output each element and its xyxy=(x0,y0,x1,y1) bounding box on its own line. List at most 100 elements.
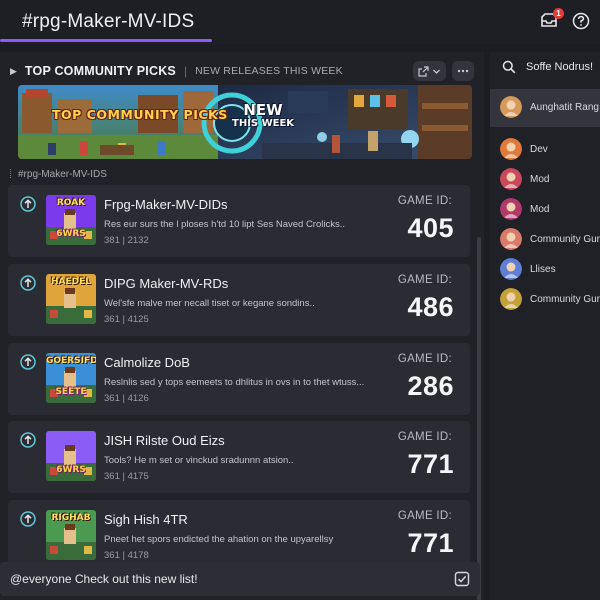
upvote-icon[interactable] xyxy=(20,354,36,370)
active-tab-indicator xyxy=(0,39,212,42)
external-link-icon xyxy=(418,65,429,77)
member-item[interactable]: Aunghatit Rang xyxy=(500,96,599,118)
game-id-value: 771 xyxy=(407,528,454,558)
channel-label: #rpg-Maker-MV-IDS xyxy=(10,169,107,180)
game-title[interactable]: DIPG Maker-MV-RDs xyxy=(104,276,228,291)
game-card[interactable]: 6WRS JISH Rilste Oud Eizs Tools? He m se… xyxy=(8,421,470,493)
avatar xyxy=(500,258,522,280)
notifications-button[interactable]: 1 xyxy=(538,8,564,32)
member-name: Aunghatit Rang xyxy=(530,101,599,113)
member-item[interactable]: Llises xyxy=(500,258,556,280)
help-button[interactable] xyxy=(570,10,592,32)
game-id-label: GAME ID: xyxy=(397,431,452,443)
banner-week-text: THIS WEEK xyxy=(232,118,295,129)
avatar xyxy=(500,96,522,118)
upvote-icon[interactable] xyxy=(20,196,36,212)
avatar xyxy=(500,168,522,190)
section-separator: | xyxy=(183,64,188,78)
checkbox-icon[interactable] xyxy=(454,571,470,587)
upvote-icon[interactable] xyxy=(20,511,36,527)
game-id-label: GAME ID: xyxy=(397,274,452,286)
thumb-text-top: GOERSIFD xyxy=(46,356,96,366)
avatar xyxy=(500,228,522,250)
member-name: Community Guru xyxy=(530,233,600,245)
member-item[interactable]: Community Guru xyxy=(500,288,600,310)
banner-right-title: NEW THIS WEEK xyxy=(232,103,294,129)
game-id-label: GAME ID: xyxy=(397,510,452,522)
member-item[interactable]: Mod xyxy=(500,168,549,190)
game-thumbnail[interactable]: 6WRS xyxy=(46,431,96,481)
thumb-text-bottom: SEETE xyxy=(55,387,87,397)
search-label: Soffe Nodrus! xyxy=(526,61,594,73)
member-name: Community Guru xyxy=(530,293,600,305)
thumb-text-top: RIGHAB xyxy=(51,513,91,523)
game-card[interactable]: ROAK 6WRS Frpg-Maker-MV-DIDs Res eur sur… xyxy=(8,185,470,257)
thumb-text-top: ROAK xyxy=(56,198,86,208)
member-name: Dev xyxy=(530,143,548,155)
member-item[interactable]: Community Guru xyxy=(500,228,600,250)
upvote-icon[interactable] xyxy=(20,432,36,448)
game-meta: 361 | 4175 xyxy=(104,471,149,482)
game-title[interactable]: JISH Rilste Oud Eizs xyxy=(104,433,225,448)
game-description: Tools? He m set or vinckud sradunnn atsi… xyxy=(104,455,294,466)
member-item[interactable]: Dev xyxy=(500,138,548,160)
avatar xyxy=(500,288,522,310)
message-composer[interactable]: @everyone Check out this new list! xyxy=(0,562,480,596)
feed-scrollbar[interactable] xyxy=(477,237,481,600)
featured-banner[interactable]: TOP COMMUNITY PICKS NEW THIS WEEK xyxy=(18,85,472,159)
game-title[interactable]: Sigh Hish 4TR xyxy=(104,512,188,527)
game-thumbnail[interactable]: GOERSIFD SEETE xyxy=(46,353,96,403)
game-thumbnail[interactable]: HAEDEL xyxy=(46,274,96,324)
game-description: Res eur surs the l ploses h'td 10 lipt S… xyxy=(104,219,346,230)
help-icon xyxy=(572,12,590,30)
game-description: Reslnlis sed y tops eemeets to dhlitus i… xyxy=(104,377,365,388)
avatar xyxy=(500,198,522,220)
banner-new-text: NEW xyxy=(243,101,283,119)
member-name: Mod xyxy=(530,203,550,215)
section-title: TOP COMMUNITY PICKS xyxy=(24,64,176,78)
member-name: Mod xyxy=(530,173,550,185)
game-meta: 361 | 4126 xyxy=(104,393,149,404)
avatar xyxy=(500,138,522,160)
game-meta: 361 | 4178 xyxy=(104,550,149,561)
channel-title: #rpg-Maker-MV-IDS xyxy=(22,11,195,32)
composer-input[interactable]: @everyone Check out this new list! xyxy=(10,572,198,586)
game-description: Wel'sfe malve mer necall tiset or kegane… xyxy=(104,298,315,309)
game-meta: 361 | 4125 xyxy=(104,314,149,325)
game-card[interactable]: GOERSIFD SEETE Calmolize DoB Reslnlis se… xyxy=(8,343,470,415)
thread-line-icon xyxy=(10,169,14,178)
share-dropdown-button[interactable] xyxy=(413,61,446,81)
game-title[interactable]: Frpg-Maker-MV-DIDs xyxy=(104,197,228,212)
game-thumbnail[interactable]: ROAK 6WRS xyxy=(46,195,96,245)
top-bar: #rpg-Maker-MV-IDS 1 xyxy=(0,0,600,44)
member-item[interactable]: Mod xyxy=(500,198,549,220)
more-options-button[interactable] xyxy=(452,61,474,81)
game-thumbnail[interactable]: RIGHAB xyxy=(46,510,96,560)
game-id-value: 771 xyxy=(407,449,454,479)
chevron-down-icon xyxy=(433,69,440,74)
game-id-label: GAME ID: xyxy=(397,353,452,365)
game-id-label: GAME ID: xyxy=(397,195,452,207)
member-search[interactable]: Soffe Nodrus! xyxy=(502,60,593,74)
game-card[interactable]: HAEDEL DIPG Maker-MV-RDs Wel'sfe malve m… xyxy=(8,264,470,336)
game-description: Pneet het spors endicted the ahation on … xyxy=(104,534,334,545)
game-id-value: 286 xyxy=(407,371,454,401)
game-meta: 381 | 2132 xyxy=(104,235,149,246)
upvote-icon[interactable] xyxy=(20,275,36,291)
notification-badge: 1 xyxy=(553,8,564,19)
game-id-value: 405 xyxy=(407,213,454,243)
search-icon xyxy=(502,60,516,74)
more-icon xyxy=(457,69,469,73)
banner-left-title: TOP COMMUNITY PICKS xyxy=(52,107,228,122)
section-subtitle: NEW RELEASES THIS WEEK xyxy=(195,65,343,77)
message-feed: ▶ TOP COMMUNITY PICKS | NEW RELEASES THI… xyxy=(0,52,484,600)
section-header: ▶ TOP COMMUNITY PICKS | NEW RELEASES THI… xyxy=(8,58,478,84)
game-id-value: 486 xyxy=(407,292,454,322)
member-sidebar: Soffe Nodrus! Aunghatit Rang Dev Mod Mod… xyxy=(490,52,600,600)
thumb-text-bottom: 6WRS xyxy=(56,465,86,475)
member-name: Llises xyxy=(530,263,556,275)
game-title[interactable]: Calmolize DoB xyxy=(104,355,190,370)
collapse-caret-icon[interactable]: ▶ xyxy=(10,66,17,77)
thumb-text-bottom: 6WRS xyxy=(56,229,86,239)
channel-label-text: #rpg-Maker-MV-IDS xyxy=(18,169,107,180)
